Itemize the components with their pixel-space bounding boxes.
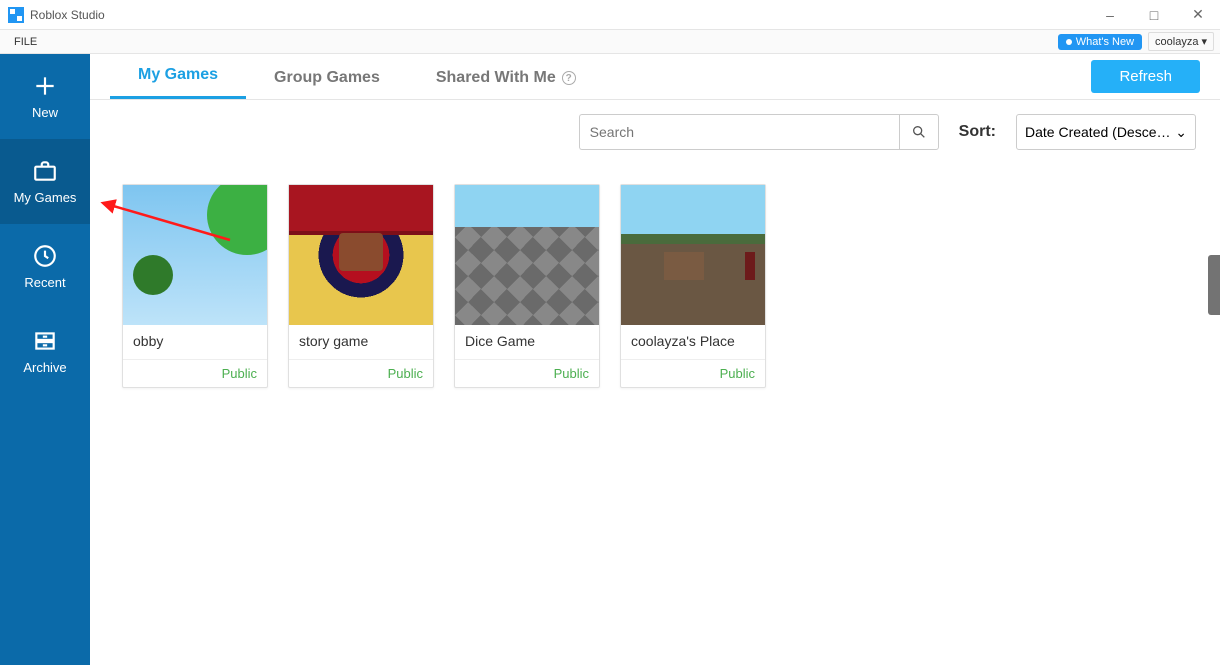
sort-label: Sort: — [959, 123, 996, 141]
game-thumbnail — [455, 185, 599, 325]
sort-dropdown[interactable]: Date Created (Desce… ⌄ — [1016, 114, 1196, 150]
content: My Games Group Games Shared With Me ? Re… — [90, 54, 1220, 665]
help-icon[interactable]: ? — [562, 71, 576, 85]
game-status: Public — [621, 359, 765, 387]
maximize-button[interactable]: □ — [1132, 0, 1176, 30]
tab-label: Group Games — [274, 69, 380, 87]
chevron-down-icon: ⌄ — [1175, 124, 1187, 141]
dot-icon — [1066, 39, 1072, 45]
game-thumbnail — [621, 185, 765, 325]
sidebar-item-label: Recent — [24, 275, 65, 290]
plus-icon — [32, 73, 58, 99]
briefcase-icon — [32, 158, 58, 184]
game-status: Public — [123, 359, 267, 387]
game-status: Public — [289, 359, 433, 387]
game-card[interactable]: Dice Game Public — [454, 184, 600, 388]
sidebar: New My Games Recent Archive — [0, 54, 90, 665]
sidebar-item-label: Archive — [23, 360, 66, 375]
sidebar-item-label: New — [32, 105, 58, 120]
app-icon — [8, 7, 24, 23]
games-grid: obby Public story game Public Dice Game … — [90, 158, 1220, 414]
game-title: coolayza's Place — [631, 333, 755, 355]
minimize-button[interactable]: – — [1088, 0, 1132, 30]
tabs: My Games Group Games Shared With Me ? Re… — [90, 54, 1220, 100]
tab-label: Shared With Me — [436, 69, 556, 87]
user-menu[interactable]: coolayza ▾ — [1148, 32, 1214, 51]
clock-icon — [32, 243, 58, 269]
tab-shared-with-me[interactable]: Shared With Me ? — [408, 57, 604, 99]
toolbar: Sort: Date Created (Desce… ⌄ — [90, 100, 1220, 158]
game-card[interactable]: obby Public — [122, 184, 268, 388]
search-icon — [911, 124, 927, 140]
whats-new-label: What's New — [1076, 36, 1134, 48]
close-button[interactable]: ✕ — [1176, 0, 1220, 30]
chevron-down-icon: ▾ — [1201, 35, 1207, 48]
tab-group-games[interactable]: Group Games — [246, 57, 408, 99]
game-thumbnail — [123, 185, 267, 325]
game-status: Public — [455, 359, 599, 387]
menu-file[interactable]: FILE — [8, 34, 43, 50]
window-title: Roblox Studio — [30, 8, 105, 22]
sidebar-item-recent[interactable]: Recent — [0, 224, 90, 309]
search-button[interactable] — [899, 114, 939, 150]
menubar: FILE What's New coolayza ▾ — [0, 30, 1220, 54]
game-card[interactable]: story game Public — [288, 184, 434, 388]
whats-new-button[interactable]: What's New — [1058, 34, 1142, 50]
tab-my-games[interactable]: My Games — [110, 54, 246, 99]
game-title: Dice Game — [465, 333, 589, 355]
sort-selected: Date Created (Desce… — [1025, 124, 1171, 140]
overlay-shadow — [1208, 255, 1220, 315]
sidebar-item-new[interactable]: New — [0, 54, 90, 139]
search-input[interactable] — [579, 114, 899, 150]
user-name: coolayza — [1155, 36, 1198, 48]
tab-label: My Games — [138, 66, 218, 84]
window-titlebar: Roblox Studio – □ ✕ — [0, 0, 1220, 30]
archive-icon — [32, 328, 58, 354]
game-card[interactable]: coolayza's Place Public — [620, 184, 766, 388]
game-thumbnail — [289, 185, 433, 325]
game-title: obby — [133, 333, 257, 355]
refresh-button[interactable]: Refresh — [1091, 60, 1200, 93]
game-title: story game — [299, 333, 423, 355]
sidebar-item-label: My Games — [14, 190, 77, 205]
sidebar-item-my-games[interactable]: My Games — [0, 139, 90, 224]
sidebar-item-archive[interactable]: Archive — [0, 309, 90, 394]
